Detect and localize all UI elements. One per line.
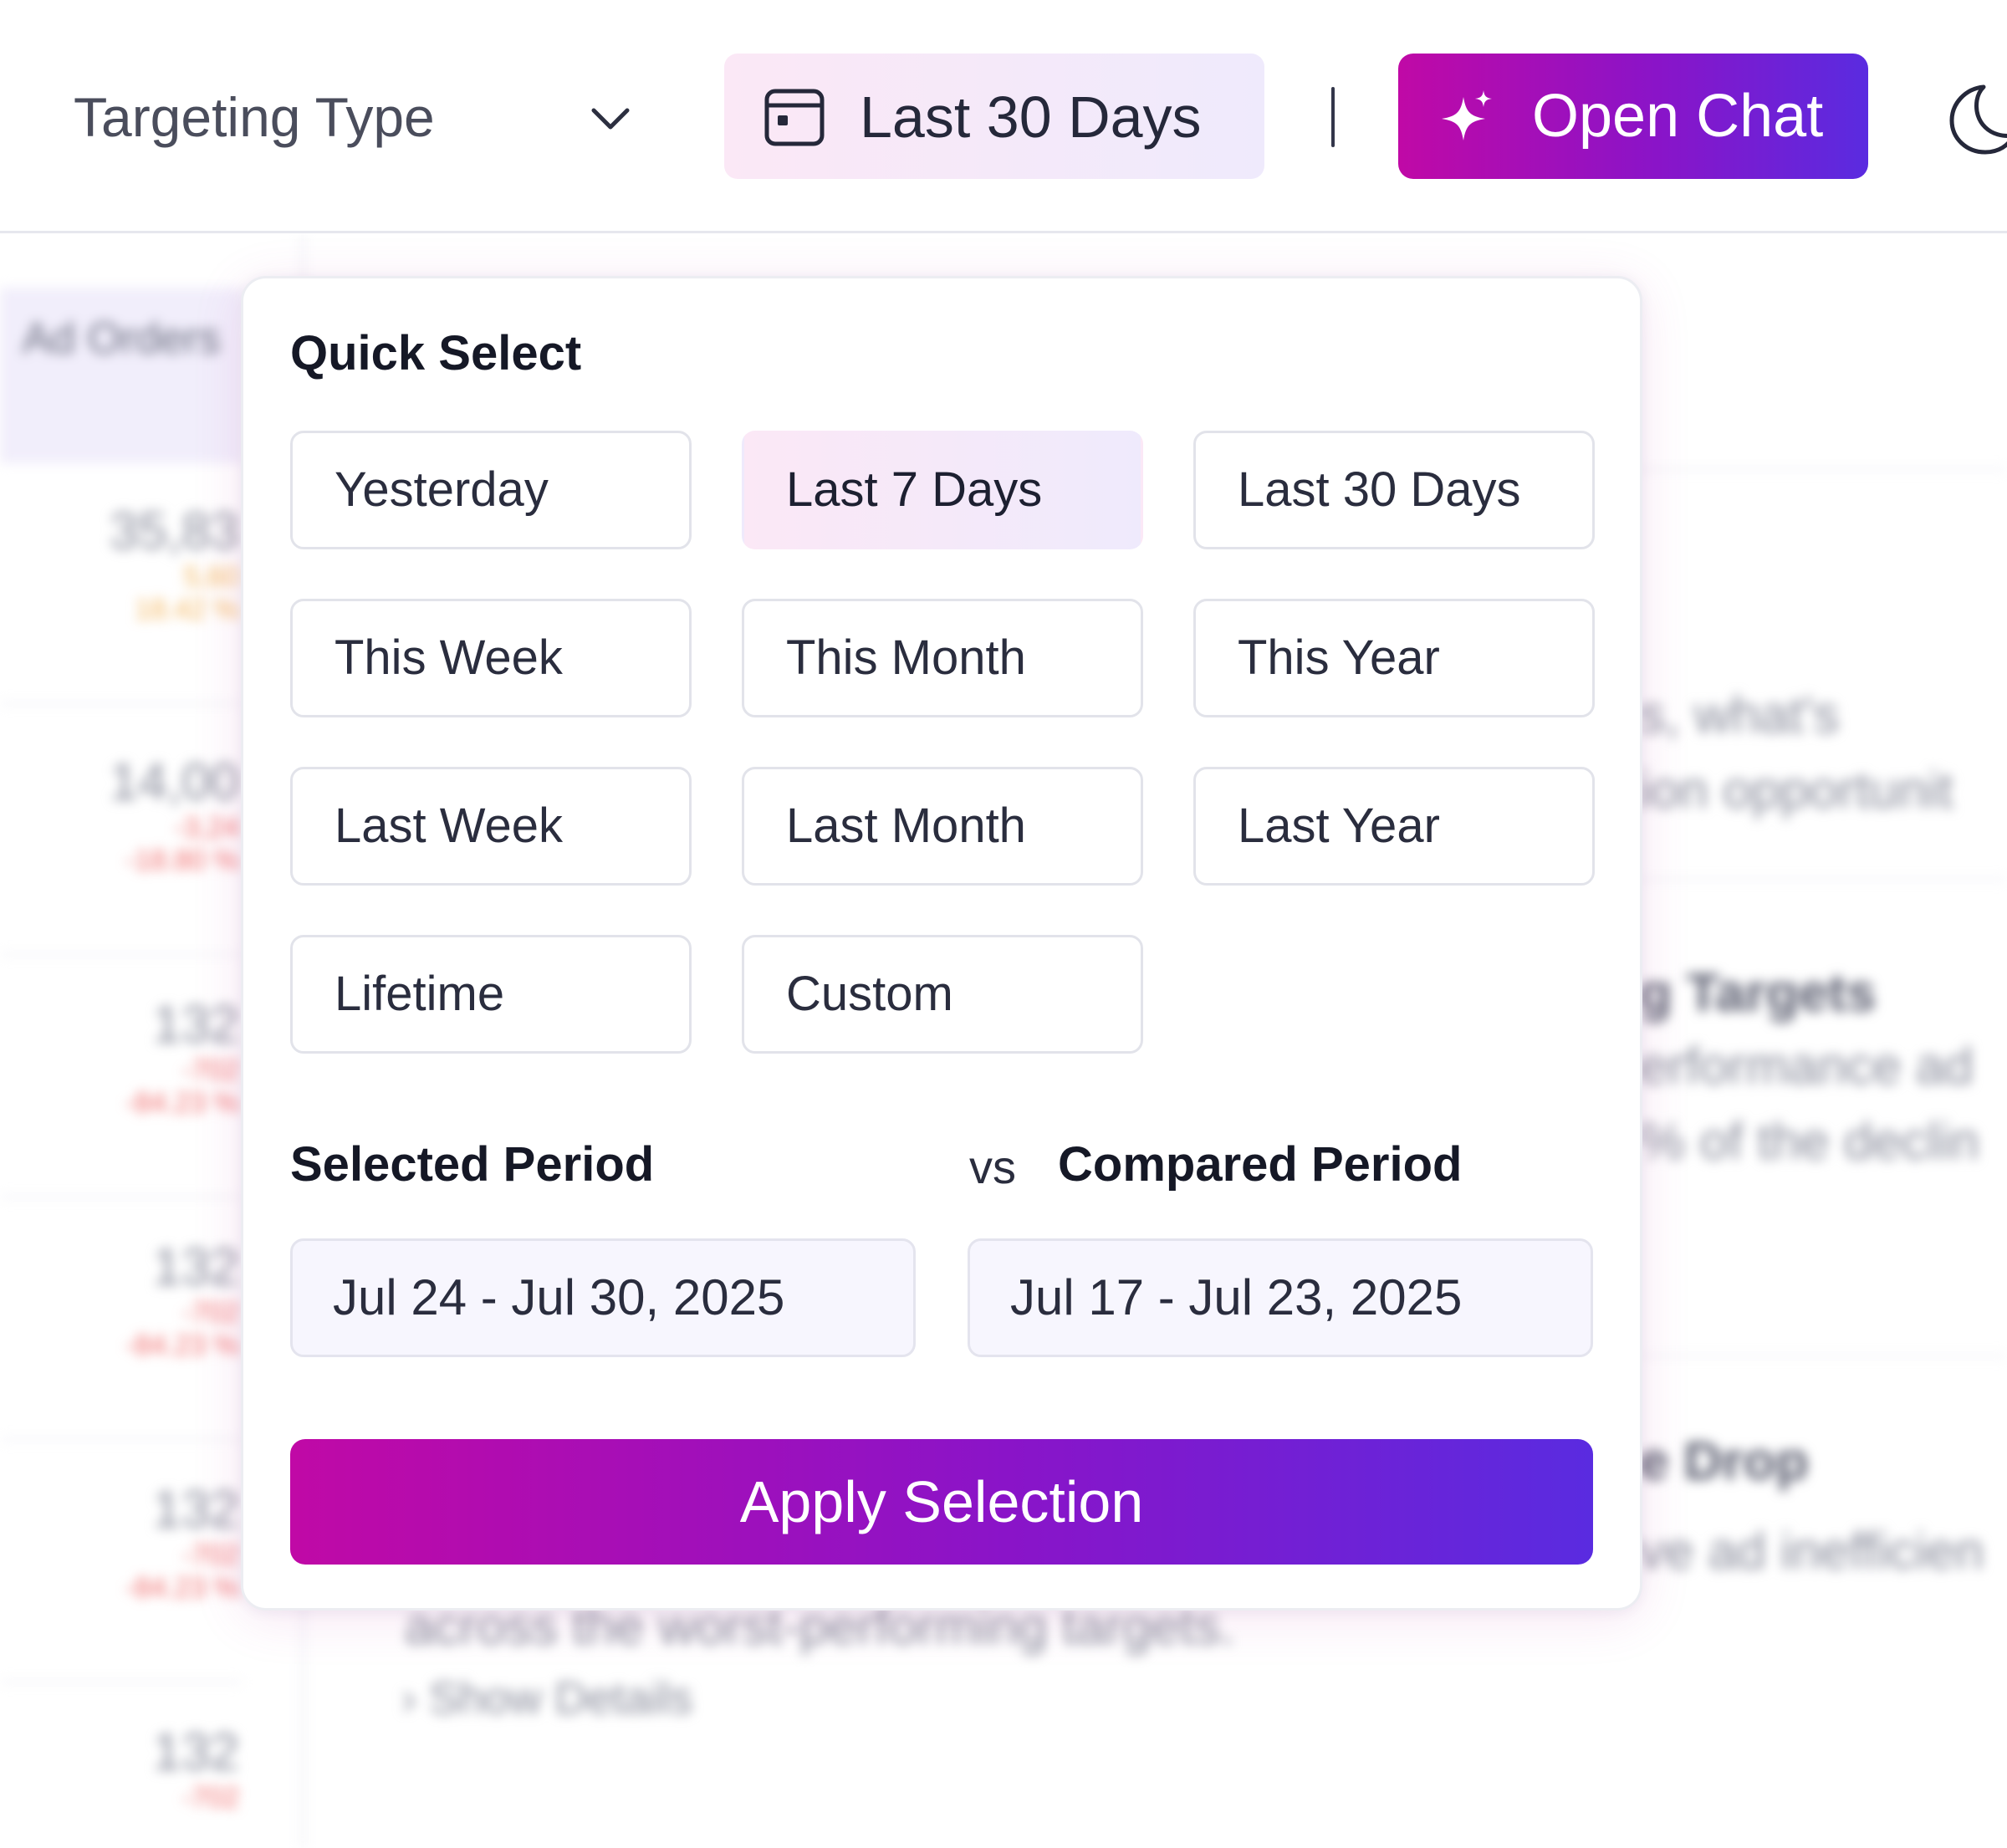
- quick-select-this-month[interactable]: This Month: [742, 599, 1143, 717]
- show-details-label: Show Details: [429, 1673, 693, 1723]
- cell-value: 132: [152, 1723, 239, 1781]
- cell-delta-percent: -84.23 %: [125, 1572, 239, 1604]
- section-divider: [1639, 1355, 2007, 1357]
- quick-select-last-year[interactable]: Last Year: [1193, 767, 1595, 886]
- section-divider: [1639, 468, 2007, 471]
- toolbar-divider: [1331, 87, 1335, 147]
- selected-period-label: Selected Period: [290, 1137, 655, 1192]
- sparkle-icon: [1442, 90, 1492, 140]
- table-cell: 132 -702: [0, 1723, 243, 1815]
- row-divider: [0, 1438, 243, 1441]
- table-cell: 14,00 -3,24 -18.80 %: [0, 753, 243, 877]
- row-divider: [0, 702, 243, 705]
- show-details-link: › Show Details: [401, 1672, 692, 1724]
- quick-select-this-week[interactable]: This Week: [290, 599, 692, 717]
- quick-select-yesterday[interactable]: Yesterday: [290, 431, 692, 549]
- quick-select-last-30-days[interactable]: Last 30 Days: [1193, 431, 1595, 549]
- calendar-icon: [764, 89, 825, 146]
- background-heading: e Drop: [1639, 1431, 1809, 1491]
- cell-value: 35,83: [109, 503, 239, 560]
- background-text: ve ad inefficien: [1639, 1523, 1984, 1580]
- targeting-type-label: Targeting Type: [74, 86, 435, 148]
- background-heading: g Targets: [1639, 962, 1877, 1023]
- column-header-ad-orders: Ad Orders: [0, 288, 243, 463]
- apply-selection-button[interactable]: Apply Selection: [290, 1439, 1593, 1565]
- cell-value: 132: [152, 1238, 239, 1296]
- cell-delta: -3,24: [174, 812, 240, 844]
- moon-icon[interactable]: [1940, 80, 2007, 156]
- quick-select-lifetime[interactable]: Lifetime: [290, 935, 692, 1054]
- cell-delta-percent: -84.23 %: [125, 1087, 239, 1119]
- date-range-label: Last 30 Days: [860, 84, 1202, 150]
- cell-delta: -702: [181, 1782, 239, 1814]
- vs-label: vs: [969, 1141, 1016, 1193]
- background-text: erformance ad: [1639, 1038, 1974, 1095]
- cell-delta: 5,60: [183, 561, 239, 593]
- section-divider: [1639, 878, 2007, 881]
- open-chat-label: Open Chat: [1532, 83, 1824, 150]
- cell-delta: -702: [181, 1539, 239, 1571]
- top-toolbar: Targeting Type Last 30 Days Open Chat: [0, 0, 2007, 233]
- table-cell: 132 -702 -84.23 %: [0, 1238, 243, 1362]
- selected-period-field[interactable]: Jul 24 - Jul 30, 2025: [290, 1238, 916, 1357]
- background-text: s, what's: [1639, 687, 1840, 744]
- date-range-button[interactable]: Last 30 Days: [724, 54, 1264, 179]
- table-cell: 132 -702 -84.23 %: [0, 995, 243, 1120]
- background-text: ion opportunit: [1639, 762, 1953, 819]
- compared-period-label: Compared Period: [1058, 1137, 1463, 1192]
- chevron-down-icon: [591, 108, 630, 130]
- cell-delta: -702: [181, 1054, 239, 1086]
- quick-select-last-month[interactable]: Last Month: [742, 767, 1143, 886]
- background-text: % of the declin: [1639, 1113, 1979, 1171]
- compared-period-field[interactable]: Jul 17 - Jul 23, 2025: [968, 1238, 1593, 1357]
- open-chat-button[interactable]: Open Chat: [1398, 54, 1868, 179]
- quick-select-last-week[interactable]: Last Week: [290, 767, 692, 886]
- cell-delta-percent: -18.80 %: [125, 845, 239, 876]
- cell-delta: -702: [181, 1297, 239, 1329]
- cell-value: 14,00: [109, 753, 239, 811]
- quick-select-title: Quick Select: [290, 326, 582, 380]
- chevron-right-icon: ›: [401, 1673, 429, 1723]
- table-cell: 35,83 5,60 18.42 %: [0, 502, 243, 626]
- cell-delta-percent: -84.23 %: [125, 1330, 239, 1361]
- cell-value: 132: [152, 1481, 239, 1539]
- quick-select-this-year[interactable]: This Year: [1193, 599, 1595, 717]
- quick-select-custom[interactable]: Custom: [742, 935, 1143, 1054]
- cell-value: 132: [152, 996, 239, 1054]
- cell-delta-percent: 18.42 %: [135, 594, 239, 625]
- row-divider: [0, 1196, 243, 1198]
- table-cell: 132 -702 -84.23 %: [0, 1480, 243, 1605]
- targeting-type-dropdown[interactable]: Targeting Type: [74, 77, 642, 157]
- row-divider: [0, 1681, 243, 1683]
- date-range-popover: Quick Select Yesterday Last 7 Days Last …: [241, 276, 1642, 1611]
- quick-select-last-7-days[interactable]: Last 7 Days: [742, 431, 1143, 549]
- row-divider: [0, 953, 243, 956]
